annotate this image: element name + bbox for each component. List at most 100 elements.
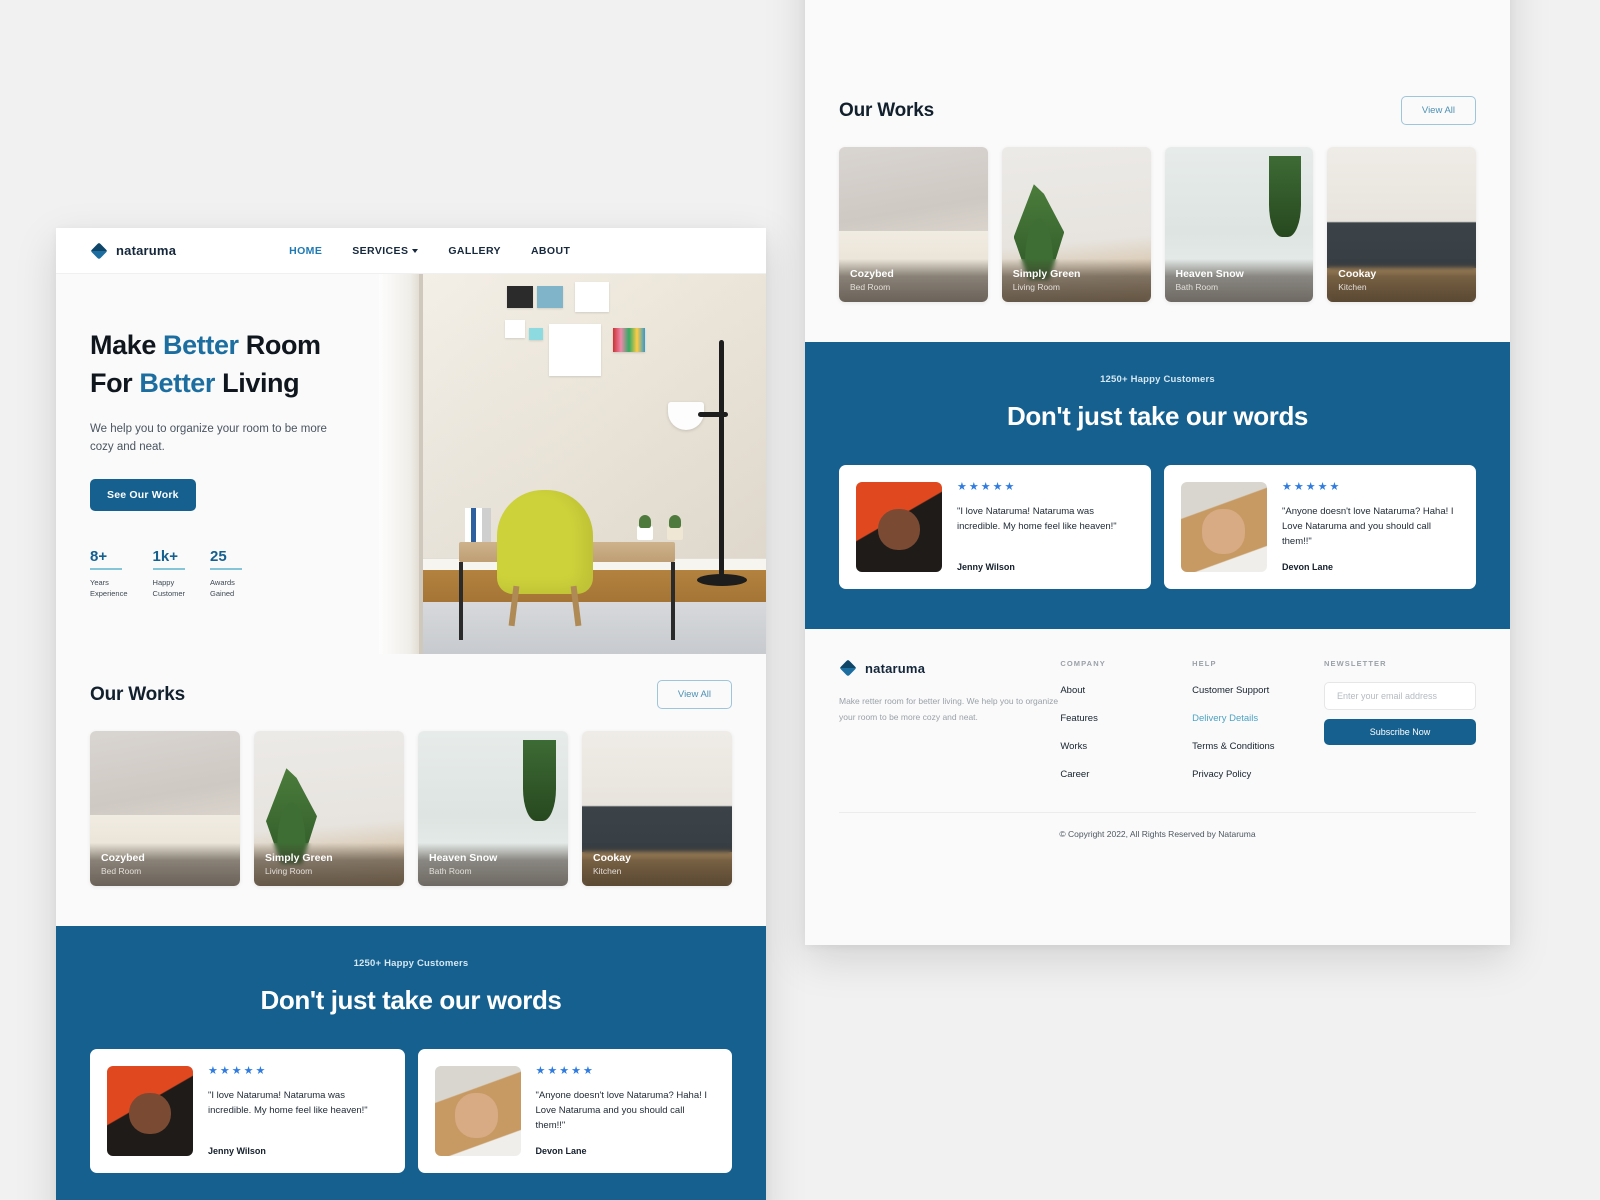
- works-header-bottom: Our Works View All: [839, 96, 1476, 125]
- testimonial-author: Jenny Wilson: [957, 562, 1015, 572]
- rating-stars: ★★★★★: [957, 481, 1017, 493]
- view-all-button[interactable]: View All: [1400, 96, 1476, 125]
- stat-awards-gained: 25 Awards Gained: [210, 547, 243, 600]
- stat-customer-label: Happy Customer: [152, 577, 186, 599]
- footer-brand-name: nataruma: [865, 660, 926, 676]
- work-card-title: Simply Green: [265, 852, 333, 864]
- footer-link-delivery-details[interactable]: Delivery Details: [1192, 713, 1324, 724]
- stat-customer-value: 1k+: [152, 547, 178, 565]
- stat-years-value: 8+: [90, 547, 108, 565]
- footer-help-heading: HELP: [1192, 659, 1217, 668]
- testimonial-quote: "I love Nataruma! Nataruma was incredibl…: [957, 506, 1117, 533]
- footer-link-customer-support[interactable]: Customer Support: [1192, 685, 1324, 696]
- footer-link-about[interactable]: About: [1060, 685, 1192, 696]
- hero-title-highlight-2: Better: [139, 368, 216, 399]
- stat-underline: [210, 567, 243, 570]
- footer-link-career[interactable]: Career: [1060, 769, 1192, 780]
- testimonial-author: Devon Lane: [535, 1146, 587, 1156]
- see-our-work-button[interactable]: See Our Work: [90, 478, 196, 511]
- footer-brand-logo[interactable]: nataruma: [839, 659, 1060, 677]
- work-card-simply-green[interactable]: Simply Green Living Room: [254, 731, 404, 886]
- works-title: Our Works: [839, 99, 934, 121]
- nav-item-home-label: HOME: [289, 244, 323, 257]
- page-panel-bottom: 8+ Years Experience 1k+ Happy Customer 2…: [805, 0, 1510, 945]
- avatar-jenny-wilson: [107, 1066, 193, 1156]
- works-grid: Cozybed Bed Room Simply Green Living Roo…: [90, 731, 732, 886]
- work-card-cozybed[interactable]: Cozybed Bed Room: [90, 731, 240, 886]
- work-card-category: Bath Room: [1175, 282, 1219, 292]
- testimonials-cards: ★★★★★ "I love Nataruma! Nataruma was inc…: [839, 465, 1476, 589]
- nav-links: HOME SERVICES GALLERY ABOUT: [289, 245, 570, 257]
- testimonial-quote: "Anyone doesn't love Nataruma? Haha! I L…: [535, 1090, 708, 1132]
- diamond-logo-icon: [839, 659, 857, 677]
- work-card-cookay[interactable]: Cookay Kitchen: [1327, 147, 1476, 302]
- nav-item-about[interactable]: ABOUT: [531, 245, 570, 257]
- hero-subtitle: We help you to organize your room to be …: [90, 422, 327, 454]
- view-all-button[interactable]: View All: [656, 680, 732, 709]
- nav-item-gallery[interactable]: GALLERY: [448, 245, 501, 257]
- testimonial-card-jenny-wilson: ★★★★★ "I love Nataruma! Nataruma was inc…: [839, 465, 1151, 589]
- work-card-cozybed[interactable]: Cozybed Bed Room: [839, 147, 988, 302]
- nav-item-home[interactable]: HOME: [289, 245, 322, 257]
- site-navbar: nataruma HOME SERVICES GALLERY ABOUT: [56, 228, 766, 274]
- work-card-title: Cookay: [1338, 268, 1377, 280]
- testimonials-section-bottom: 1250+ Happy Customers Don't just take ou…: [805, 342, 1510, 629]
- testimonial-author: Jenny Wilson: [208, 1146, 266, 1156]
- work-card-category: Living Room: [265, 866, 313, 876]
- testimonial-card-jenny-wilson: ★★★★★ "I love Nataruma! Nataruma was inc…: [90, 1049, 405, 1173]
- work-card-title: Heaven Snow: [429, 852, 498, 864]
- footer-newsletter-heading: NEWSLETTER: [1323, 659, 1387, 668]
- footer-newsletter-column: NEWSLETTER Subscribe Now: [1323, 659, 1476, 780]
- hero-title-part-4: Living: [215, 368, 300, 399]
- work-card-heaven-snow[interactable]: Heaven Snow Bath Room: [1164, 147, 1314, 302]
- subscribe-now-button[interactable]: Subscribe Now: [1323, 719, 1476, 745]
- avatar-devon-lane: [1181, 482, 1267, 572]
- hero-title: Make Better Room For Better Living: [90, 326, 390, 403]
- chevron-down-icon: [412, 248, 419, 253]
- hero-stats: 8+ Years Experience 1k+ Happy Customer 2…: [90, 548, 390, 600]
- testimonial-quote: "Anyone doesn't love Nataruma? Haha! I L…: [1282, 506, 1454, 548]
- nav-item-services[interactable]: SERVICES: [352, 245, 419, 257]
- testimonial-card-devon-lane: ★★★★★ "Anyone doesn't love Nataruma? Hah…: [1164, 465, 1476, 589]
- footer-company-column: COMPANY About Features Works Career: [1060, 659, 1192, 780]
- testimonials-kicker: 1250+ Happy Customers: [353, 958, 469, 969]
- footer-link-works[interactable]: Works: [1060, 741, 1192, 752]
- work-card-title: Simply Green: [1012, 268, 1081, 280]
- work-card-title: Heaven Snow: [1175, 268, 1244, 280]
- stat-awards-value: 25: [210, 547, 227, 565]
- hero-title-part-2: Room: [238, 330, 321, 360]
- work-card-title: Cookay: [593, 852, 631, 864]
- footer-link-features[interactable]: Features: [1060, 713, 1192, 724]
- footer-help-column: HELP Customer Support Delivery Details T…: [1192, 659, 1324, 780]
- testimonial-quote: "I love Nataruma! Nataruma was incredibl…: [208, 1090, 368, 1117]
- footer-link-terms-conditions[interactable]: Terms & Conditions: [1192, 741, 1324, 752]
- testimonial-author: Devon Lane: [1282, 562, 1334, 572]
- nav-item-about-label: ABOUT: [530, 244, 571, 257]
- work-card-cookay[interactable]: Cookay Kitchen: [582, 731, 732, 886]
- works-title: Our Works: [90, 683, 185, 705]
- footer-description: Make retter room for better living. We h…: [839, 696, 1059, 722]
- works-header: Our Works View All: [90, 680, 732, 709]
- testimonials-title: Don't just take our words: [260, 985, 562, 1015]
- stat-years-label: Years Experience: [90, 577, 128, 599]
- hero-copy: Make Better Room For Better Living We he…: [90, 326, 390, 599]
- works-grid-bottom: Cozybed Bed Room Simply Green Living Roo…: [839, 147, 1476, 302]
- works-section: Our Works View All Cozybed Bed Room Simp…: [56, 654, 766, 926]
- rating-stars: ★★★★★: [535, 1065, 595, 1077]
- hero-section-continued: 8+ Years Experience 1k+ Happy Customer 2…: [805, 0, 1510, 70]
- stat-underline: [90, 567, 122, 570]
- work-card-category: Kitchen: [1338, 282, 1367, 292]
- brand-logo[interactable]: nataruma: [90, 242, 176, 260]
- newsletter-email-input[interactable]: [1323, 682, 1476, 710]
- copyright-text: © Copyright 2022, All Rights Reserved by…: [1059, 829, 1256, 839]
- works-section-bottom: Our Works View All Cozybed Bed Room Simp…: [805, 70, 1510, 342]
- footer-link-privacy-policy[interactable]: Privacy Policy: [1192, 769, 1324, 780]
- hero-section: Make Better Room For Better Living We he…: [56, 274, 766, 654]
- testimonial-card-devon-lane: ★★★★★ "Anyone doesn't love Nataruma? Hah…: [417, 1049, 732, 1173]
- rating-stars: ★★★★★: [1282, 481, 1342, 493]
- work-card-category: Living Room: [1012, 282, 1060, 292]
- footer-columns: nataruma Make retter room for better liv…: [839, 659, 1476, 780]
- stat-awards-label: Awards Gained: [210, 577, 235, 599]
- work-card-heaven-snow[interactable]: Heaven Snow Bath Room: [418, 731, 568, 886]
- work-card-simply-green[interactable]: Simply Green Living Room: [1001, 147, 1151, 302]
